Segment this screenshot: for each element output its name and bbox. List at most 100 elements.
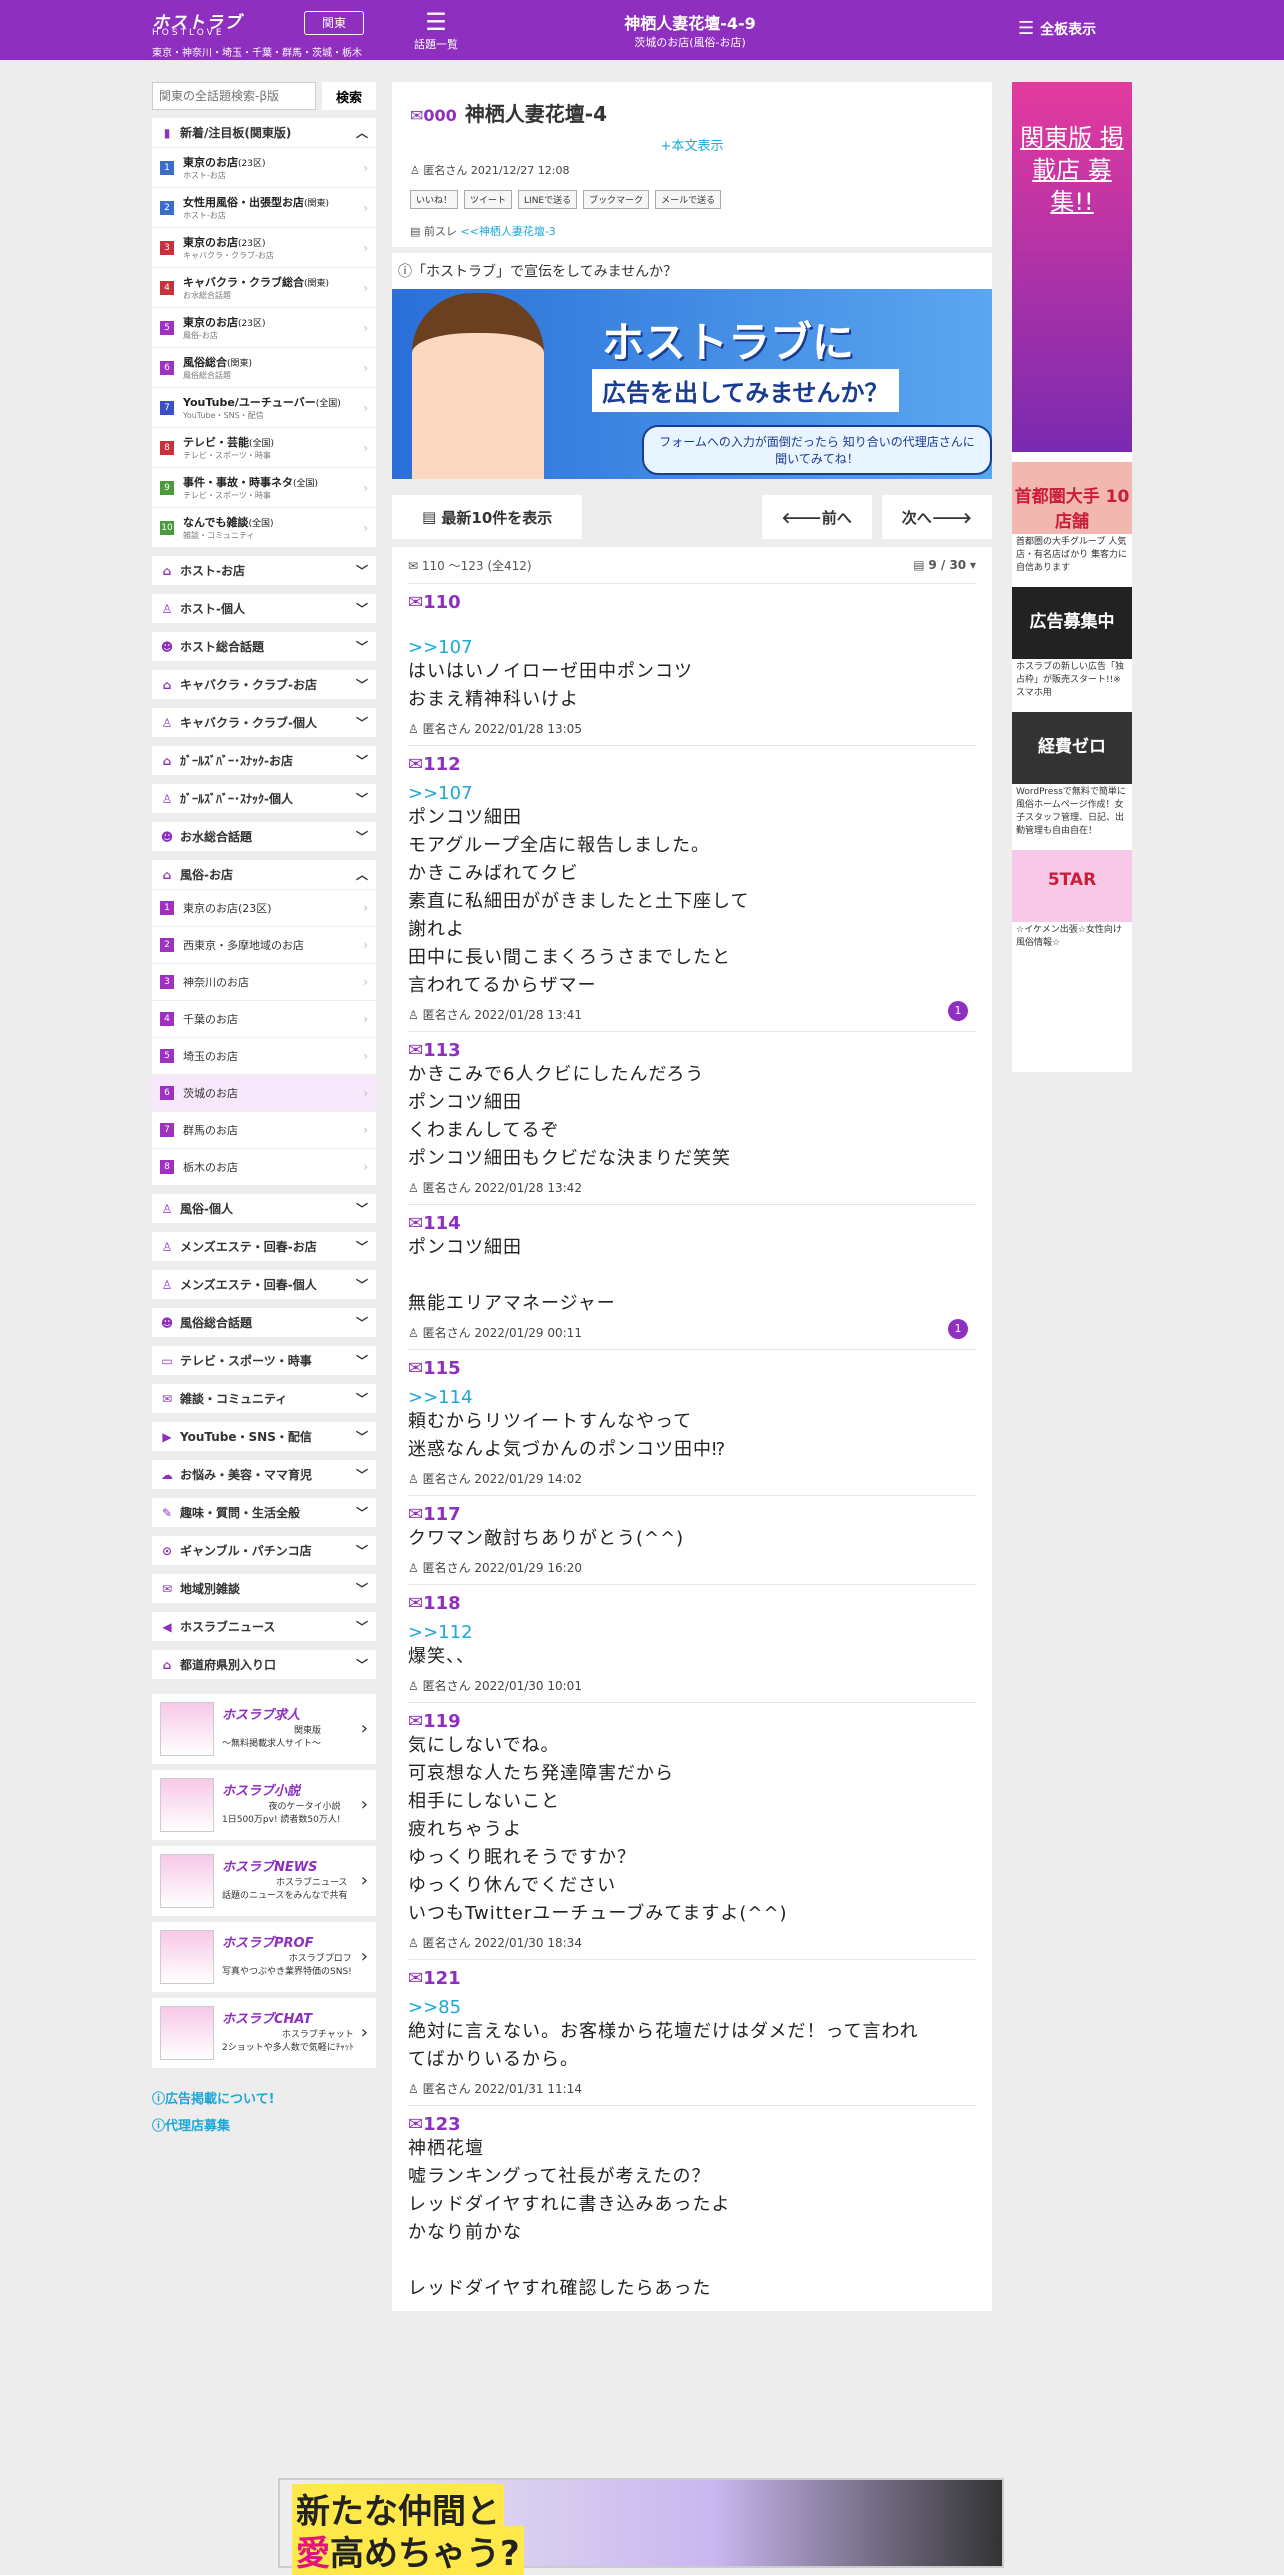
post-number[interactable]: ✉118 <box>408 1593 976 1614</box>
fuzoku-sub-item[interactable]: 3 神奈川のお店 › <box>152 964 376 1001</box>
post-body-line: 神栖花壇 <box>408 2138 484 2159</box>
topic-list-button[interactable]: ☰ 話題一覧 <box>410 8 462 52</box>
new-board-item[interactable]: 1 東京のお店(23区) ホスト-お店 › <box>152 148 376 188</box>
tweet-button[interactable]: ツイート <box>464 190 513 209</box>
service-banner[interactable]: ホスラブCHAT ホスラブチャット 2ショットや多人数で気軽にﾁｬｯﾄ › <box>152 1998 376 2068</box>
fuzoku-sub-item[interactable]: 8 栃木のお店 › <box>152 1149 376 1186</box>
category-header[interactable]: ♙ ｶﾞｰﾙｽﾞﾊﾞｰ･ｽﾅｯｸ-個人 ﹀ <box>152 784 376 814</box>
reply-anchor[interactable]: >>114 <box>408 1387 976 1408</box>
service-banner[interactable]: ホスラブ小説 夜のケータイ小説 1日500万pv! 読者数50万人! › <box>152 1770 376 1840</box>
show-body-link[interactable]: +本文表示 <box>410 135 974 154</box>
fuzoku-sub-item[interactable]: 6 茨城のお店 › <box>152 1075 376 1112</box>
fuzoku-header[interactable]: ⌂ 風俗-お店 ︿ <box>152 860 376 890</box>
category-header[interactable]: ▭ テレビ・スポーツ・時事 ﹀ <box>152 1346 376 1376</box>
fuzoku-sub-item[interactable]: 1 東京のお店(23区) › <box>152 890 376 927</box>
line-share-button[interactable]: LINEで送る <box>518 190 578 209</box>
post-number[interactable]: ✉117 <box>408 1504 976 1525</box>
fuzoku-sub-item[interactable]: 5 埼玉のお店 › <box>152 1038 376 1075</box>
new-board-item[interactable]: 3 東京のお店(23区) キャバクラ・クラブ-お店 › <box>152 228 376 268</box>
category-header[interactable]: ✎ 趣味・質問・生活全般 ﹀ <box>152 1498 376 1528</box>
prev-thread-link[interactable]: <<神栖人妻花壇-3 <box>460 225 555 238</box>
side-ad[interactable]: 首都圏大手 10店舗 首都圏の大手グループ 人気店・有名店ばかり 集客力に自信あ… <box>1012 462 1132 577</box>
category-header[interactable]: ♙ 風俗-個人 ﹀ <box>152 1194 376 1224</box>
mail-share-button[interactable]: メールで送る <box>655 190 722 209</box>
new-board-item[interactable]: 9 事件・事故・時事ネタ(全国) テレビ・スポーツ・時事 › <box>152 468 376 508</box>
category-header[interactable]: ✉ 地域別雑談 ﹀ <box>152 1574 376 1604</box>
fuzoku-sub-item[interactable]: 2 西東京・多摩地域のお店 › <box>152 927 376 964</box>
service-banner[interactable]: ホスラブ求人 関東版 〜無料掲載求人サイト〜 › <box>152 1694 376 1764</box>
side-ad[interactable]: 5TAR ☆イケメン出張☆女性向け風俗情報☆ <box>1012 850 1132 952</box>
category-header[interactable]: ♙ メンズエステ・回春-個人 ﹀ <box>152 1270 376 1300</box>
prev-page-button[interactable]: 🡐 前へ <box>761 495 872 539</box>
reply-count-badge[interactable]: 1 <box>948 1319 968 1339</box>
bookmark-button[interactable]: ブックマーク <box>583 190 650 209</box>
category-header[interactable]: ▶ YouTube・SNS・配信 ﹀ <box>152 1422 376 1452</box>
rank-badge: 3 <box>160 240 174 255</box>
category-box: ♙ メンズエステ・回春-個人 ﹀ <box>152 1270 376 1300</box>
agency-link[interactable]: ⓘ代理店募集 <box>152 2115 376 2134</box>
post-body-line: かなり前かな <box>408 2222 522 2243</box>
all-boards-button[interactable]: ☰ 全板表示 <box>1018 18 1096 39</box>
service-banner[interactable]: ホスラブPROF ホスラブプロフ 写真やつぶやき業界特価のSNS! › <box>152 1922 376 1992</box>
bottom-ad-banner[interactable]: 新たな仲間と 愛高めちゃう? <box>278 2478 1004 2575</box>
sub-item-label: 埼玉のお店 <box>183 1050 238 1063</box>
new-board-item[interactable]: 8 テレビ・芸能(全国) テレビ・スポーツ・時事 › <box>152 428 376 468</box>
chevron-down-icon: ﹀ <box>355 640 368 654</box>
category-header[interactable]: ☁ お悩み・美容・ママ育児 ﹀ <box>152 1460 376 1490</box>
post: ✉118 >>112 爆笑、、 ♙ 匿名さん 2022/01/30 10:01 <box>408 1584 976 1702</box>
category-header[interactable]: ☻ ホスト総合話題 ﹀ <box>152 632 376 662</box>
search-button[interactable]: 検索 <box>322 82 376 110</box>
category-header[interactable]: ☻ 風俗総合話題 ﹀ <box>152 1308 376 1338</box>
category-header[interactable]: ♙ ホスト-個人 ﹀ <box>152 594 376 624</box>
post-number[interactable]: ✉115 <box>408 1358 976 1379</box>
post-meta: ♙ 匿名さん 2022/01/28 13:05 <box>408 722 582 736</box>
banner-thumbnail <box>160 1778 214 1832</box>
fuzoku-sub-item[interactable]: 7 群馬のお店 › <box>152 1112 376 1149</box>
advertise-banner[interactable]: ホストラブに 広告を出してみませんか？ フォームへの入力が面倒だったら 知り合い… <box>392 289 992 479</box>
ad-info-link[interactable]: ⓘ広告掲載について! <box>152 2088 376 2107</box>
category-header[interactable]: ♙ メンズエステ・回春-お店 ﹀ <box>152 1232 376 1262</box>
new-board-item[interactable]: 6 風俗総合(関東) 風俗総合話題 › <box>152 348 376 388</box>
category-header[interactable]: ♙ キャバクラ・クラブ-個人 ﹀ <box>152 708 376 738</box>
new-boards-header[interactable]: ▮ 新着/注目板(関東版) ︿ <box>152 118 376 148</box>
fuzoku-sub-item[interactable]: 4 千葉のお店 › <box>152 1001 376 1038</box>
category-header[interactable]: ⊙ ギャンブル・パチンコ店 ﹀ <box>152 1536 376 1566</box>
category-header[interactable]: ⌂ ホスト-お店 ﹀ <box>152 556 376 586</box>
latest-10-button[interactable]: ▤ 最新10件を表示 <box>392 495 583 539</box>
page-selector[interactable]: ▤ 9 / 30 ▾ <box>913 558 976 572</box>
post-number[interactable]: ✉121 <box>408 1968 976 1989</box>
search-input[interactable] <box>152 82 316 110</box>
facebook-like-button[interactable]: いいね！ <box>410 190 459 209</box>
new-board-item[interactable]: 10 なんでも雑談(全国) 雑談・コミュニティ › <box>152 508 376 548</box>
post-body-line: 田中に長い間こまくろうさまでしたと <box>408 947 731 968</box>
new-board-item[interactable]: 2 女性用風俗・出張型お店(関東) ホスト-お店 › <box>152 188 376 228</box>
post-number[interactable]: ✉123 <box>408 2114 976 2135</box>
category-header[interactable]: ☻ お水総合話題 ﹀ <box>152 822 376 852</box>
post-body-line: ポンコツ細田もクビだな決まりだ笑笑 <box>408 1148 731 1169</box>
post-number[interactable]: ✉113 <box>408 1040 976 1061</box>
category-header[interactable]: ◀ ホスラブニュース ﹀ <box>152 1612 376 1642</box>
region-button[interactable]: 関東 <box>304 11 364 35</box>
category-box: ♙ キャバクラ・クラブ-個人 ﹀ <box>152 708 376 738</box>
post-number[interactable]: ✉114 <box>408 1213 976 1234</box>
side-ad[interactable]: 広告募集中 ホスラブの新しい広告「独占枠」が販売スタート!!※スマホ用 <box>1012 587 1132 702</box>
category-header[interactable]: ✉ 雑談・コミュニティ ﹀ <box>152 1384 376 1414</box>
new-board-item[interactable]: 4 キャバクラ・クラブ総合(関東) お水総合話題 › <box>152 268 376 308</box>
category-header[interactable]: ⌂ 都道府県別入り口 ﹀ <box>152 1650 376 1680</box>
post-number[interactable]: ✉119 <box>408 1711 976 1732</box>
reply-anchor[interactable]: >>107 <box>408 637 976 658</box>
reply-anchor[interactable]: >>85 <box>408 1997 976 2018</box>
reply-anchor[interactable]: >>112 <box>408 1622 976 1643</box>
reply-anchor[interactable]: >>107 <box>408 783 976 804</box>
new-board-item[interactable]: 5 東京のお店(23区) 風俗-お店 › <box>152 308 376 348</box>
category-header[interactable]: ⌂ キャバクラ・クラブ-お店 ﹀ <box>152 670 376 700</box>
service-banner[interactable]: ホスラブNEWS ホスラブニュース 話題のニュースをみんなで共有 › <box>152 1846 376 1916</box>
reply-count-badge[interactable]: 1 <box>948 1001 968 1021</box>
recruit-ad[interactable]: 関東版 掲載店 募集!! <box>1012 82 1132 452</box>
post-number[interactable]: ✉110 <box>408 592 976 613</box>
new-board-item[interactable]: 7 YouTube/ユーチューバー(全国) YouTube・SNS・配信 › <box>152 388 376 428</box>
next-page-button[interactable]: 次へ 🡒 <box>881 495 992 539</box>
category-header[interactable]: ⌂ ｶﾞｰﾙｽﾞﾊﾞｰ･ｽﾅｯｸ-お店 ﹀ <box>152 746 376 776</box>
side-ad[interactable]: 経費ゼロ WordPressで無料で簡単に風俗ホームページ作成！女子スタッフ管理… <box>1012 712 1132 840</box>
post-number[interactable]: ✉112 <box>408 754 976 775</box>
